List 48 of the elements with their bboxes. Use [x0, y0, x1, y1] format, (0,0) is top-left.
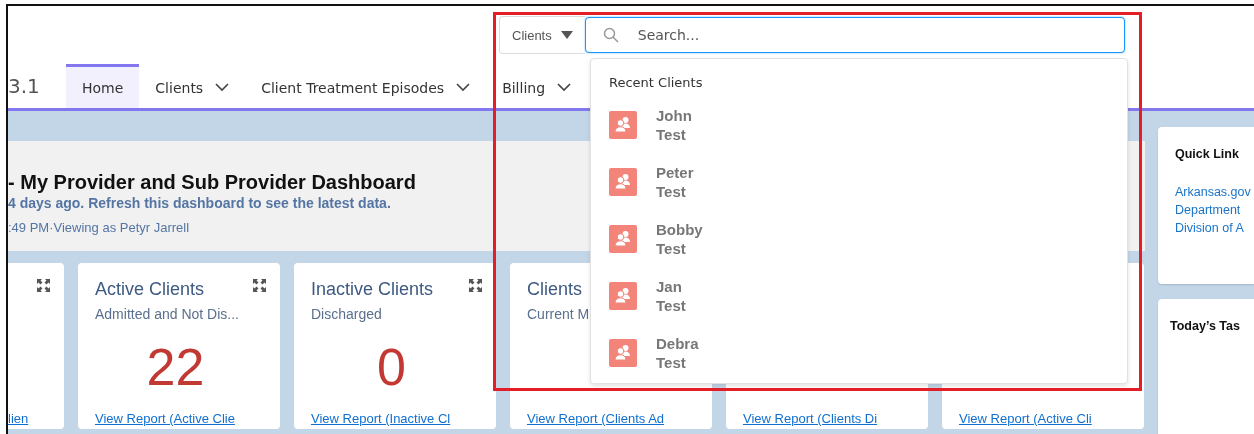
- chevron-down-icon[interactable]: [215, 83, 230, 92]
- card-subtitle: Admitted and Not Dis...: [95, 306, 239, 322]
- contact-icon: [609, 110, 637, 139]
- recent-client-item[interactable]: Bobby Test: [609, 210, 1127, 267]
- card-subtitle: Current M: [527, 306, 590, 322]
- dropdown-heading: Recent Clients: [609, 75, 704, 90]
- card-title: Inactive Clients: [311, 279, 434, 300]
- nav-tab[interactable]: Home: [66, 64, 140, 108]
- chevron-down-icon[interactable]: [557, 83, 572, 92]
- contact-icon: [609, 338, 637, 367]
- chevron-down-icon[interactable]: [456, 83, 471, 92]
- metric-value: 22: [146, 337, 205, 397]
- quick-link[interactable]: Arkansas.gov: [1175, 185, 1254, 199]
- card-title: Clients: [527, 279, 584, 300]
- caret-down-icon: [560, 31, 573, 39]
- report-link[interactable]: View Report (Active Cli: [959, 411, 1092, 426]
- card-title: Quick Link: [1175, 147, 1239, 161]
- expand-icon[interactable]: [469, 279, 482, 292]
- quick-link[interactable]: Division of A: [1175, 221, 1254, 235]
- recent-client-item[interactable]: Jan Test: [609, 267, 1127, 324]
- expand-icon[interactable]: [253, 279, 266, 292]
- contact-icon: [609, 167, 637, 196]
- expand-icon[interactable]: [37, 279, 50, 292]
- recent-client-item[interactable]: John Test: [609, 96, 1127, 153]
- recent-client-item[interactable]: Debra Test: [609, 324, 1127, 381]
- card-title: Active Clients: [95, 279, 206, 300]
- report-link[interactable]: View Report (Clients Ad: [527, 411, 665, 426]
- report-link[interactable]: lien: [8, 411, 29, 426]
- report-link[interactable]: View Report (Inactive Cl: [311, 411, 451, 426]
- nav-tab[interactable]: Clients: [139, 64, 246, 108]
- search-icon: [602, 27, 619, 43]
- contact-icon: [609, 224, 637, 253]
- nav-tab[interactable]: Billing: [486, 64, 588, 108]
- app-name: 3.1: [8, 73, 41, 100]
- recent-client-item[interactable]: Peter Test: [609, 153, 1127, 210]
- nav-tab[interactable]: Client Treatment Episodes: [245, 64, 487, 108]
- contact-icon: [609, 281, 637, 310]
- scope-dropdown[interactable]: Clients: [499, 16, 585, 54]
- report-link[interactable]: View Report (Clients Di: [743, 411, 878, 426]
- metric-value: 0: [377, 337, 406, 397]
- quick-link[interactable]: Department: [1175, 203, 1254, 217]
- search-field[interactable]: Search...: [584, 17, 1125, 53]
- card-subtitle: Discharged: [311, 306, 383, 322]
- viewing-as-text: :49 PM·Viewing as Petyr Jarrell: [8, 220, 190, 235]
- card-title: Today’s Tas: [1170, 319, 1240, 333]
- report-link[interactable]: View Report (Active Clie: [95, 411, 235, 426]
- dashboard-title: - My Provider and Sub Provider Dashboard: [8, 171, 416, 194]
- refresh-note: 4 days ago. Refresh this dashboard to see the latest data.: [8, 195, 391, 211]
